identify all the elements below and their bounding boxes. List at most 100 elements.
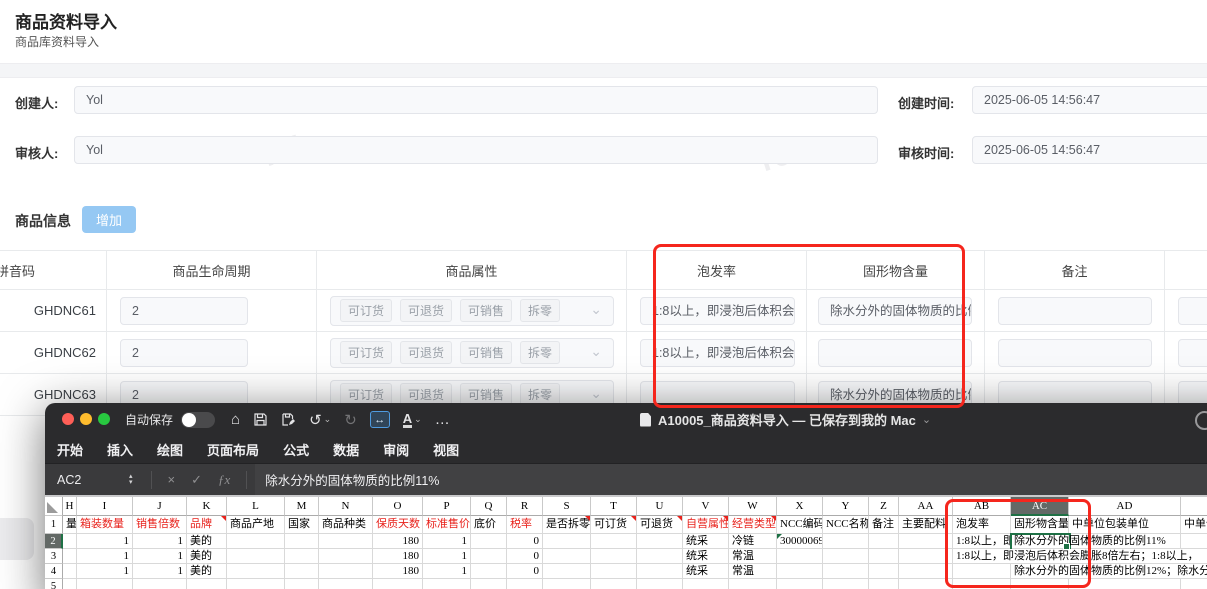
ribbon-tab-审阅[interactable]: 审阅 bbox=[383, 440, 409, 459]
cell-P5[interactable] bbox=[423, 579, 471, 589]
row-header-4[interactable]: 4 bbox=[45, 564, 63, 579]
row-header-1[interactable]: 1 bbox=[45, 516, 63, 534]
name-box-spinner[interactable]: ▴ ▾ bbox=[129, 473, 133, 486]
cell-P2[interactable]: 1 bbox=[423, 534, 471, 549]
solid-input[interactable]: 除水分外的固体物质的比例11% bbox=[818, 296, 972, 325]
select-all-corner[interactable] bbox=[45, 497, 63, 516]
column-header-AC[interactable]: AC bbox=[1011, 497, 1069, 516]
cell-AB3[interactable]: 1:8以上，即浸泡后体积会膨胀8倍左右；1:8以上， bbox=[953, 549, 1202, 564]
cell-S5[interactable] bbox=[543, 579, 591, 589]
cell-L3[interactable] bbox=[227, 549, 285, 564]
cell-Y4[interactable] bbox=[823, 564, 869, 579]
cell-AB4[interactable] bbox=[953, 564, 1011, 579]
cell-K1[interactable]: 品牌 bbox=[187, 516, 227, 534]
cell-H5[interactable] bbox=[63, 579, 77, 589]
cell-H4[interactable] bbox=[63, 564, 77, 579]
title-caret-icon[interactable]: ⌄ bbox=[922, 413, 931, 426]
cell-N1[interactable]: 商品种类 bbox=[319, 516, 373, 534]
column-header-L[interactable]: L bbox=[227, 497, 285, 516]
column-header-R[interactable]: R bbox=[507, 497, 543, 516]
column-header-Z[interactable]: Z bbox=[869, 497, 899, 516]
minimize-window-icon[interactable] bbox=[80, 413, 92, 425]
formula-input[interactable]: 除水分外的固体物质的比例11% bbox=[255, 464, 1207, 495]
lifecycle-input[interactable]: 2 bbox=[120, 296, 248, 325]
column-header-Y[interactable]: Y bbox=[823, 497, 869, 516]
cell-I1[interactable]: 箱装数量 bbox=[77, 516, 133, 534]
save-as-icon[interactable] bbox=[281, 412, 296, 427]
zoom-window-icon[interactable] bbox=[98, 413, 110, 425]
ribbon-tab-绘图[interactable]: 绘图 bbox=[157, 440, 183, 459]
column-header-M[interactable]: M bbox=[285, 497, 319, 516]
cell-M3[interactable] bbox=[285, 549, 319, 564]
cell-L2[interactable] bbox=[227, 534, 285, 549]
cell-V1[interactable]: 自营属性 bbox=[683, 516, 729, 534]
cell-O5[interactable] bbox=[373, 579, 423, 589]
column-header-AD[interactable]: AD bbox=[1069, 497, 1181, 516]
reviewer-input[interactable]: Yol bbox=[74, 136, 878, 164]
cell-S3[interactable] bbox=[543, 549, 591, 564]
cell-W4[interactable]: 常温 bbox=[729, 564, 777, 579]
cell-AA4[interactable] bbox=[899, 564, 953, 579]
ribbon-tab-公式[interactable]: 公式 bbox=[283, 440, 309, 459]
cell-T1[interactable]: 可订货 bbox=[591, 516, 637, 534]
cell-U3[interactable] bbox=[637, 549, 683, 564]
row-header-2[interactable]: 2 bbox=[45, 534, 63, 549]
confirm-entry-icon[interactable]: ✓ bbox=[191, 472, 202, 488]
cell-P4[interactable]: 1 bbox=[423, 564, 471, 579]
remark-input[interactable] bbox=[998, 338, 1152, 367]
cell-R4[interactable]: 0 bbox=[507, 564, 543, 579]
cell-R2[interactable]: 0 bbox=[507, 534, 543, 549]
cell-J2[interactable]: 1 bbox=[133, 534, 187, 549]
cell-Q2[interactable] bbox=[471, 534, 507, 549]
cell-K4[interactable]: 美的 bbox=[187, 564, 227, 579]
cell-AB1[interactable]: 泡发率 bbox=[953, 516, 1011, 534]
cell-I2[interactable]: 1 bbox=[77, 534, 133, 549]
cell-T4[interactable] bbox=[591, 564, 637, 579]
cell-I5[interactable] bbox=[77, 579, 133, 589]
cell-AA1[interactable]: 主要配料 bbox=[899, 516, 953, 534]
redo-icon[interactable]: ↻ bbox=[344, 411, 357, 429]
undo-icon[interactable]: ↺ ⌄ bbox=[309, 411, 331, 429]
cell-AC2[interactable]: 除水分外的固体物质的比例11% bbox=[1010, 533, 1166, 551]
cell-H1[interactable]: 量 bbox=[63, 516, 77, 534]
ribbon-tab-开始[interactable]: 开始 bbox=[57, 440, 83, 459]
cell-T5[interactable] bbox=[591, 579, 637, 589]
cell-I3[interactable]: 1 bbox=[77, 549, 133, 564]
cell-M5[interactable] bbox=[285, 579, 319, 589]
cell-AA5[interactable] bbox=[899, 579, 953, 589]
cell-U1[interactable]: 可退货 bbox=[637, 516, 683, 534]
cell-Y5[interactable] bbox=[823, 579, 869, 589]
column-header-J[interactable]: J bbox=[133, 497, 187, 516]
cell-M2[interactable] bbox=[285, 534, 319, 549]
cell-Y1[interactable]: NCC名称 bbox=[823, 516, 869, 534]
cell-AA3[interactable] bbox=[899, 549, 953, 564]
cell-AC4[interactable]: 除水分外的固体物质的比例12%；除水分 bbox=[1011, 564, 1207, 579]
column-header-V[interactable]: V bbox=[683, 497, 729, 516]
cell-J3[interactable]: 1 bbox=[133, 549, 187, 564]
fit-width-icon[interactable]: ↔ bbox=[369, 411, 390, 428]
extra-input[interactable] bbox=[1178, 296, 1207, 325]
cell-AE5[interactable] bbox=[1181, 579, 1207, 589]
cell-T2[interactable] bbox=[591, 534, 637, 549]
row-header-5[interactable]: 5 bbox=[45, 579, 63, 589]
cell-L4[interactable] bbox=[227, 564, 285, 579]
cell-Q5[interactable] bbox=[471, 579, 507, 589]
name-box[interactable]: AC2 bbox=[45, 473, 129, 487]
cell-Z5[interactable] bbox=[869, 579, 899, 589]
cell-K2[interactable]: 美的 bbox=[187, 534, 227, 549]
cell-W3[interactable]: 常温 bbox=[729, 549, 777, 564]
column-header-S[interactable]: S bbox=[543, 497, 591, 516]
cell-J1[interactable]: 销售倍数 bbox=[133, 516, 187, 534]
cell-X5[interactable] bbox=[777, 579, 823, 589]
column-header-X[interactable]: X bbox=[777, 497, 823, 516]
cell-K3[interactable]: 美的 bbox=[187, 549, 227, 564]
cell-O1[interactable]: 保质天数 bbox=[373, 516, 423, 534]
font-color-icon[interactable]: A ⌄ bbox=[402, 412, 422, 428]
cell-X4[interactable] bbox=[777, 564, 823, 579]
attributes-select[interactable]: 可订货 可退货 可销售 拆零 ⌄ bbox=[330, 337, 614, 368]
add-button[interactable]: 增加 bbox=[82, 206, 136, 233]
ribbon-tab-数据[interactable]: 数据 bbox=[333, 440, 359, 459]
column-header-P[interactable]: P bbox=[423, 497, 471, 516]
cell-O2[interactable]: 180 bbox=[373, 534, 423, 549]
column-header-AA[interactable]: AA bbox=[899, 497, 953, 516]
